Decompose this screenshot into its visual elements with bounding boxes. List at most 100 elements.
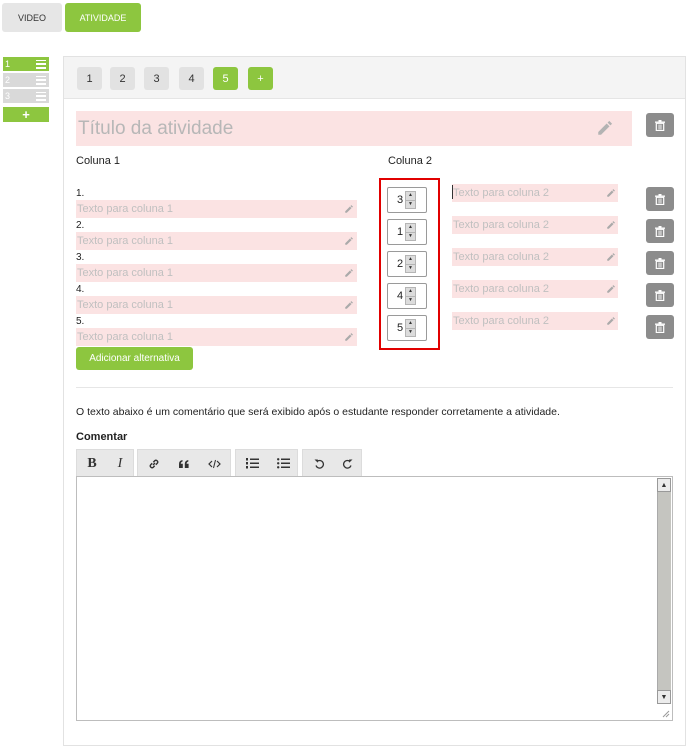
delete-row-button-2[interactable] (646, 219, 674, 243)
column-2-input-2[interactable]: Texto para coluna 2 (452, 216, 618, 234)
input-placeholder: Texto para coluna 2 (453, 187, 550, 199)
column-2-label: Coluna 2 (388, 155, 433, 167)
comment-label: Comentar (76, 431, 128, 443)
pencil-icon (607, 221, 615, 229)
format-toolbar-group: B I (76, 449, 134, 476)
stepper-up-icon[interactable]: ▲ (406, 192, 415, 200)
column-2-input-3[interactable]: Texto para coluna 2 (452, 248, 618, 266)
stepper-value: 5 (397, 322, 404, 334)
order-stepper-3[interactable]: 2 ▲ ▼ (387, 251, 427, 277)
input-placeholder: Texto para coluna 2 (453, 315, 550, 327)
tab-atividade[interactable]: ATIVIDADE (65, 3, 141, 32)
quote-icon (179, 459, 189, 468)
scroll-down-icon[interactable]: ▼ (657, 690, 671, 704)
pencil-icon (345, 301, 353, 309)
editor-scrollbar[interactable] (657, 478, 671, 704)
delete-row-button-5[interactable] (646, 315, 674, 339)
activity-tab-2[interactable]: 2 (110, 67, 135, 90)
sidebar-item-1[interactable]: 1 (3, 57, 49, 71)
column-1-input-2[interactable]: Texto para coluna 1 (76, 232, 357, 250)
scroll-up-icon[interactable]: ▲ (657, 478, 671, 492)
trash-icon (655, 193, 665, 205)
ordered-list-button[interactable] (238, 450, 266, 477)
column-2-input-1[interactable]: Texto para coluna 2 (452, 184, 618, 202)
resize-grip-icon[interactable] (660, 708, 670, 718)
pencil-icon (345, 237, 353, 245)
redo-icon (342, 459, 352, 469)
add-alternative-button[interactable]: Adicionar alternativa (76, 347, 193, 370)
quote-button[interactable] (170, 450, 198, 477)
pencil-icon (607, 189, 615, 197)
column-1-label: Coluna 1 (76, 155, 121, 167)
comment-editor[interactable]: ▲ ▼ (76, 476, 673, 721)
delete-title-button[interactable] (646, 113, 674, 137)
add-activity-button[interactable]: + (3, 107, 49, 122)
column-1-input-5[interactable]: Texto para coluna 1 (76, 328, 357, 346)
trash-icon (655, 225, 665, 237)
list-icon (36, 59, 46, 69)
input-placeholder: Texto para coluna 1 (77, 235, 174, 247)
input-placeholder: Texto para coluna 1 (77, 203, 174, 215)
link-icon (149, 459, 159, 468)
list-icon (36, 75, 46, 85)
order-stepper-5[interactable]: 5 ▲ ▼ (387, 315, 427, 341)
title-placeholder: Título da atividade (78, 117, 234, 139)
column-1-input-4[interactable]: Texto para coluna 1 (76, 296, 357, 314)
pencil-icon (607, 285, 615, 293)
alternative-number-5: 5. (76, 316, 85, 327)
stepper-down-icon[interactable]: ▼ (406, 295, 415, 305)
title-input[interactable]: Título da atividade (76, 111, 632, 146)
input-placeholder: Texto para coluna 2 (453, 219, 550, 231)
delete-row-button-1[interactable] (646, 187, 674, 211)
column-2-input-5[interactable]: Texto para coluna 2 (452, 312, 618, 330)
sidebar-item-label: 1 (5, 59, 11, 69)
input-placeholder: Texto para coluna 1 (77, 267, 174, 279)
add-tab-button[interactable]: + (248, 67, 273, 90)
trash-icon (655, 119, 665, 131)
stepper-down-icon[interactable]: ▼ (406, 231, 415, 241)
sidebar-item-3[interactable]: 3 (3, 89, 49, 103)
insert-toolbar-group (137, 449, 231, 476)
column-1-input-1[interactable]: Texto para coluna 1 (76, 200, 357, 218)
order-stepper-2[interactable]: 1 ▲ ▼ (387, 219, 427, 245)
undo-icon (314, 459, 324, 469)
column-1-input-3[interactable]: Texto para coluna 1 (76, 264, 357, 282)
bullet-list-button[interactable] (269, 450, 297, 477)
input-placeholder: Texto para coluna 1 (77, 299, 174, 311)
order-stepper-4[interactable]: 4 ▲ ▼ (387, 283, 427, 309)
history-toolbar-group (302, 449, 362, 476)
stepper-up-icon[interactable]: ▲ (406, 320, 415, 328)
list-toolbar-group (235, 449, 298, 476)
activity-tab-4[interactable]: 4 (179, 67, 204, 90)
list-icon (36, 91, 46, 101)
undo-button[interactable] (305, 450, 333, 477)
stepper-up-icon[interactable]: ▲ (406, 288, 415, 296)
stepper-down-icon[interactable]: ▼ (406, 263, 415, 273)
delete-row-button-4[interactable] (646, 283, 674, 307)
stepper-down-icon[interactable]: ▼ (406, 327, 415, 337)
stepper-up-icon[interactable]: ▲ (406, 224, 415, 232)
ordered-list-icon (245, 458, 259, 469)
activity-tab-1[interactable]: 1 (77, 67, 102, 90)
tab-video[interactable]: VIDEO (2, 3, 62, 32)
italic-button[interactable]: I (106, 450, 134, 477)
link-button[interactable] (140, 450, 168, 477)
comment-instructions: O texto abaixo é um comentário que será … (76, 406, 560, 418)
activity-tab-5[interactable]: 5 (213, 67, 238, 90)
stepper-value: 4 (397, 290, 404, 302)
alternative-number-1: 1. (76, 188, 85, 199)
stepper-down-icon[interactable]: ▼ (406, 199, 415, 209)
delete-row-button-3[interactable] (646, 251, 674, 275)
column-2-input-4[interactable]: Texto para coluna 2 (452, 280, 618, 298)
activity-tab-3[interactable]: 3 (144, 67, 169, 90)
order-stepper-1[interactable]: 3 ▲ ▼ (387, 187, 427, 213)
bold-button[interactable]: B (78, 450, 106, 477)
stepper-up-icon[interactable]: ▲ (406, 256, 415, 264)
redo-button[interactable] (333, 450, 361, 477)
alternative-number-3: 3. (76, 252, 85, 263)
activity-tab-bar: 1 2 3 4 5 + (64, 57, 685, 99)
trash-icon (655, 321, 665, 333)
sidebar-item-label: 3 (5, 91, 11, 101)
code-button[interactable] (200, 450, 228, 477)
sidebar-item-2[interactable]: 2 (3, 73, 49, 87)
